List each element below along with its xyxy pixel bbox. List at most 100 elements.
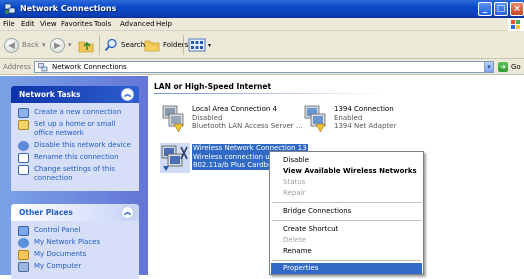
task-rename-connection[interactable]: Rename this connection (17, 153, 135, 164)
wireless-connection-icon (160, 143, 190, 173)
address-dropdown-button[interactable]: ▾ (484, 61, 494, 73)
connection-status: Disabled (192, 113, 223, 122)
back-dropdown-icon[interactable]: ▾ (42, 41, 46, 49)
search-button[interactable]: Search (104, 37, 145, 53)
network-places-icon (18, 238, 29, 248)
views-button[interactable]: ▾ (188, 37, 211, 53)
toolbar-separator (183, 35, 184, 55)
connection-device: 802.11a/b Plus Cardbus (192, 161, 278, 170)
network-tasks-list: Create a new connection Set up a home or… (11, 103, 139, 191)
task-label: Create a new connection (34, 108, 122, 116)
panel-title: Network Tasks (19, 90, 81, 99)
folders-icon (144, 40, 160, 52)
go-label: Go (511, 63, 521, 71)
menu-item-delete: Delete (283, 236, 306, 244)
address-label: Address (3, 63, 31, 71)
disable-device-icon (18, 141, 29, 151)
task-label: Change settings of this connection (34, 165, 115, 182)
forward-dropdown-icon[interactable]: ▾ (68, 41, 72, 49)
collapse-chevron-icon[interactable]: ︽ (121, 206, 134, 219)
menu-item-properties[interactable]: Properties (271, 263, 422, 274)
documents-folder-icon (18, 250, 29, 260)
back-arrow-icon: ◀ (4, 37, 19, 53)
place-my-computer[interactable]: My Computer (17, 262, 135, 273)
forward-arrow-icon: ▶ (50, 37, 65, 53)
menu-file[interactable]: File (3, 20, 15, 28)
network-connections-icon (38, 63, 48, 72)
back-label: Back (22, 41, 39, 49)
close-button[interactable]: × (510, 2, 524, 16)
menu-view[interactable]: View (40, 20, 57, 28)
menu-item-rename[interactable]: Rename (271, 246, 422, 257)
connection-name: Local Area Connection 4 (192, 105, 277, 113)
connection-item-lan4[interactable]: Local Area Connection 4 Disabled Bluetoo… (192, 105, 303, 131)
connection-status: Wireless connection una (192, 152, 280, 161)
network-tasks-header[interactable]: Network Tasks ︽ (11, 86, 139, 103)
menu-favorites[interactable]: Favorites (61, 20, 93, 28)
maximize-button[interactable]: □ (494, 2, 508, 16)
views-icon (188, 38, 206, 52)
connection-status: Enabled (334, 113, 363, 122)
task-home-network[interactable]: Set up a home or small office network (17, 120, 135, 140)
group-divider (154, 93, 384, 94)
forward-button[interactable]: ▶ ▾ (50, 37, 72, 53)
task-change-settings[interactable]: Change settings of this connection (17, 165, 135, 185)
task-create-connection[interactable]: Create a new connection (17, 108, 135, 119)
menu-separator (272, 202, 421, 203)
title-bar[interactable]: Network Connections _ □ × (0, 0, 524, 18)
computer-icon (18, 262, 29, 272)
windows-logo-icon (508, 18, 524, 31)
toolbar-separator (99, 35, 100, 55)
folders-label: Folders (163, 41, 189, 49)
other-places-header[interactable]: Other Places ︽ (11, 204, 139, 221)
task-disable-device[interactable]: Disable this network device (17, 141, 135, 152)
lan-connection-icon (162, 105, 184, 133)
task-label: Set up a home or small office network (34, 120, 116, 137)
address-bar: Address Network Connections ▾ ➜ Go (0, 59, 524, 75)
menu-tools[interactable]: Tools (94, 20, 111, 28)
go-button[interactable]: ➜ Go (498, 62, 521, 72)
new-connection-icon (18, 108, 29, 118)
menu-item-create-shortcut[interactable]: Create Shortcut (271, 224, 422, 235)
back-button[interactable]: ◀ Back ▾ (4, 37, 46, 53)
task-pane: Network Tasks ︽ Create a new connection … (0, 76, 148, 279)
go-arrow-icon: ➜ (498, 62, 508, 72)
place-my-documents[interactable]: My Documents (17, 250, 135, 261)
search-icon (104, 38, 117, 52)
menu-advanced[interactable]: Advanced (120, 20, 155, 28)
views-dropdown-icon: ▾ (208, 41, 212, 49)
other-places-panel: Other Places ︽ Control Panel My Network … (11, 204, 139, 279)
group-heading: LAN or High-Speed Internet (154, 82, 272, 91)
search-label: Search (121, 41, 146, 49)
place-my-network-places[interactable]: My Network Places (17, 238, 135, 249)
connection-device: 1394 Net Adapter (334, 122, 397, 130)
panel-title: Other Places (19, 208, 73, 217)
connection-name: 1394 Connection (334, 105, 394, 113)
address-field[interactable]: Network Connections (34, 61, 494, 73)
menu-edit[interactable]: Edit (21, 20, 35, 28)
up-folder-icon[interactable] (78, 37, 94, 53)
place-control-panel[interactable]: Control Panel (17, 226, 135, 237)
rename-icon (18, 153, 29, 163)
minimize-button[interactable]: _ (478, 2, 492, 16)
home-network-icon (18, 120, 29, 130)
menu-item-disable[interactable]: Disable (271, 155, 422, 166)
menu-item-status: Status (283, 178, 306, 186)
place-label: My Network Places (34, 238, 101, 246)
menu-item-view-wireless-networks[interactable]: View Available Wireless Networks (271, 166, 422, 177)
connection-item-1394[interactable]: 1394 Connection Enabled 1394 Net Adapter (334, 105, 396, 131)
task-label: Disable this network device (34, 141, 131, 149)
menu-help[interactable]: Help (156, 20, 172, 28)
folders-button[interactable]: Folders (144, 37, 188, 53)
settings-page-icon (18, 165, 29, 175)
menu-item-bridge-connections[interactable]: Bridge Connections (271, 206, 422, 217)
explorer-window: Network Connections _ □ × File Edit View… (0, 0, 524, 279)
window-title: Network Connections (20, 4, 117, 13)
menu-bar: File Edit View Favorites Tools Advanced … (0, 18, 524, 31)
firewire-connection-icon (304, 105, 326, 133)
menu-separator (272, 220, 421, 221)
collapse-chevron-icon[interactable]: ︽ (121, 88, 134, 101)
task-label: Rename this connection (34, 153, 119, 161)
context-menu: Disable View Available Wireless Networks… (269, 151, 424, 275)
connection-device: Bluetooth LAN Access Server ... (192, 122, 303, 130)
